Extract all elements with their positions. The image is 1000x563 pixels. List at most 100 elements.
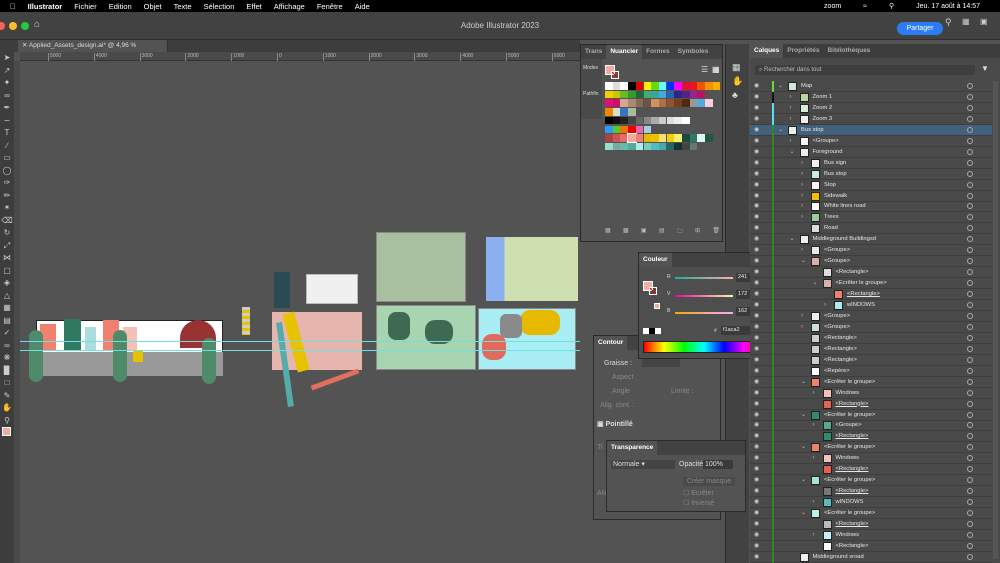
menu-fichier[interactable]: Fichier bbox=[74, 2, 97, 11]
swatch[interactable] bbox=[689, 142, 698, 151]
swatch[interactable] bbox=[666, 82, 675, 90]
chevron-down-icon[interactable]: ⌄ bbox=[801, 377, 806, 387]
list-view-icon[interactable]: ☰ bbox=[701, 65, 708, 74]
swatch[interactable] bbox=[635, 125, 644, 133]
visibility-eye-icon[interactable]: ◉ bbox=[754, 442, 759, 452]
curvature-tool-icon[interactable]: ∽ bbox=[0, 115, 14, 128]
layer-row[interactable]: ◉ › <Groupe> bbox=[750, 245, 992, 257]
layer-row[interactable]: ◉ › Trees bbox=[750, 212, 992, 224]
chevron-right-icon[interactable]: › bbox=[813, 420, 815, 430]
document-tab[interactable]: ✕ Applied_Assets_design.ai* @ 4,96 % (RV… bbox=[18, 40, 168, 61]
tab-color[interactable]: Couleur bbox=[639, 253, 672, 267]
swatch[interactable] bbox=[712, 82, 721, 90]
swatch[interactable] bbox=[643, 116, 651, 125]
graph-tool-icon[interactable]: ▉ bbox=[0, 365, 14, 378]
visibility-eye-icon[interactable]: ◉ bbox=[754, 475, 759, 485]
stroke-none-swatch[interactable] bbox=[611, 71, 619, 79]
layer-row[interactable]: ◉ › Windows bbox=[750, 529, 992, 541]
shape-builder-tool-icon[interactable]: ◈ bbox=[0, 277, 14, 290]
swatch[interactable] bbox=[628, 108, 636, 116]
menu-selection[interactable]: Sélection bbox=[204, 2, 235, 11]
swatch[interactable] bbox=[605, 82, 613, 90]
swatch[interactable] bbox=[620, 99, 628, 107]
target-circle-icon[interactable] bbox=[967, 192, 973, 199]
swatch[interactable] bbox=[643, 142, 651, 151]
layer-row[interactable]: ◉ › wINDOWS bbox=[750, 300, 992, 311]
layer-row[interactable]: ◉ › <Groupe> bbox=[750, 310, 992, 322]
target-circle-icon[interactable] bbox=[967, 115, 973, 122]
magic-wand-tool-icon[interactable]: ✦ bbox=[0, 77, 14, 90]
visibility-eye-icon[interactable]: ◉ bbox=[754, 431, 759, 441]
target-circle-icon[interactable] bbox=[967, 553, 973, 560]
layer-row[interactable]: ◉ ⌄ <Ecrêter le groupe> bbox=[750, 475, 992, 487]
swatch[interactable] bbox=[658, 116, 667, 125]
hand-tool-icon[interactable]: ✋ bbox=[0, 402, 14, 415]
swatch[interactable] bbox=[674, 116, 682, 125]
chevron-right-icon[interactable]: › bbox=[790, 92, 792, 102]
layer-row[interactable]: ◉ <Rectangle> bbox=[750, 267, 992, 279]
target-circle-icon[interactable] bbox=[967, 521, 973, 527]
swatch[interactable] bbox=[705, 134, 713, 142]
chevron-down-icon[interactable]: ⌄ bbox=[778, 81, 783, 91]
visibility-eye-icon[interactable]: ◉ bbox=[754, 245, 759, 255]
swatch[interactable] bbox=[605, 99, 613, 107]
visibility-eye-icon[interactable]: ◉ bbox=[754, 201, 759, 211]
target-circle-icon[interactable] bbox=[967, 280, 973, 287]
visibility-eye-icon[interactable]: ◉ bbox=[754, 92, 759, 102]
chevron-down-icon[interactable]: ⌄ bbox=[790, 147, 795, 157]
artboards-icon[interactable]: ▦ bbox=[732, 62, 749, 73]
swatch[interactable] bbox=[628, 90, 636, 99]
swatch[interactable] bbox=[658, 142, 667, 151]
tab-swatches[interactable]: Nuancier bbox=[606, 45, 643, 59]
swatch[interactable] bbox=[705, 99, 713, 107]
swatch[interactable] bbox=[674, 134, 682, 142]
visibility-eye-icon[interactable]: ◉ bbox=[754, 125, 759, 135]
target-circle-icon[interactable] bbox=[967, 126, 973, 133]
target-circle-icon[interactable] bbox=[967, 356, 973, 363]
swatch[interactable] bbox=[620, 142, 628, 151]
visibility-eye-icon[interactable]: ◉ bbox=[754, 136, 759, 146]
swatch[interactable] bbox=[635, 99, 644, 107]
invert-checkbox[interactable]: ☐ Inversé bbox=[683, 499, 714, 507]
pathfinder-label[interactable]: Pathfin bbox=[583, 91, 600, 97]
swatch[interactable] bbox=[612, 99, 621, 107]
swatch[interactable] bbox=[651, 116, 659, 125]
chevron-right-icon[interactable]: › bbox=[801, 169, 803, 179]
layer-row[interactable]: ◉ <Rectangle> bbox=[750, 354, 992, 366]
layer-row[interactable]: ◉ <Rectangle> bbox=[750, 464, 992, 476]
layer-row[interactable]: ◉ <Repère> bbox=[750, 365, 992, 377]
swatch[interactable] bbox=[612, 116, 621, 125]
target-circle-icon[interactable] bbox=[967, 137, 973, 144]
target-circle-icon[interactable] bbox=[967, 104, 973, 111]
horizontal-ruler[interactable]: 5000 4000 3000 2000 1000 0 1000 2000 3000 4000 500… bbox=[20, 52, 580, 61]
color-spectrum[interactable] bbox=[643, 341, 765, 353]
lasso-tool-icon[interactable]: ∞ bbox=[0, 90, 14, 103]
visibility-eye-icon[interactable]: ◉ bbox=[754, 114, 759, 124]
target-circle-icon[interactable] bbox=[967, 93, 973, 100]
target-circle-icon[interactable] bbox=[967, 258, 973, 265]
swatch[interactable] bbox=[643, 82, 651, 90]
none-black-white-swatches[interactable] bbox=[643, 328, 661, 334]
swatch[interactable] bbox=[651, 90, 659, 99]
layer-row[interactable]: ◉ › Windows bbox=[750, 387, 992, 399]
visibility-eye-icon[interactable]: ◉ bbox=[754, 311, 759, 321]
target-circle-icon[interactable] bbox=[967, 291, 973, 298]
visibility-eye-icon[interactable]: ◉ bbox=[754, 497, 759, 507]
menu-app[interactable]: Illustrator bbox=[28, 2, 63, 11]
tab-libraries[interactable]: Bibliothèques bbox=[823, 44, 874, 58]
layer-row[interactable]: ◉ Road bbox=[750, 223, 992, 235]
symbol-sprayer-tool-icon[interactable]: ❋ bbox=[0, 352, 14, 365]
swatch[interactable] bbox=[697, 99, 705, 107]
target-circle-icon[interactable] bbox=[967, 302, 973, 308]
visibility-eye-icon[interactable]: ◉ bbox=[754, 552, 759, 562]
eyedropper-tool-icon[interactable]: ✓ bbox=[0, 327, 14, 340]
chevron-right-icon[interactable]: › bbox=[801, 158, 803, 168]
target-circle-icon[interactable] bbox=[967, 411, 973, 418]
visibility-eye-icon[interactable]: ◉ bbox=[754, 464, 759, 474]
target-circle-icon[interactable] bbox=[967, 83, 973, 89]
target-circle-icon[interactable] bbox=[967, 531, 973, 538]
swatch[interactable] bbox=[605, 125, 613, 133]
blend-tool-icon[interactable]: ∞ bbox=[0, 340, 14, 353]
swatch[interactable] bbox=[666, 90, 675, 99]
chevron-down-icon[interactable]: ⌄ bbox=[801, 256, 806, 266]
